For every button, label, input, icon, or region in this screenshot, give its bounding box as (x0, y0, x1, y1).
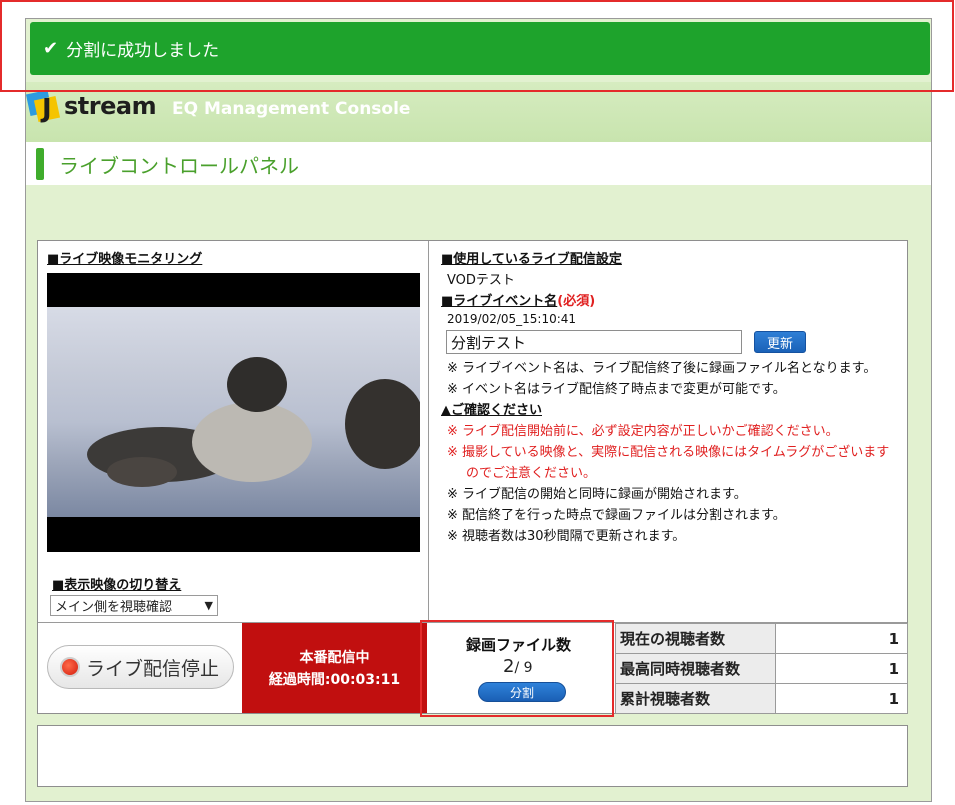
logo-mark-icon: J (25, 88, 62, 124)
note-2: ※ イベント名はライブ配信終了時点まで変更が可能です。 (447, 382, 786, 397)
table-row: 現在の視聴者数 1 (615, 623, 908, 654)
stat-value: 1 (775, 623, 908, 654)
stat-label: 最高同時視聴者数 (615, 653, 776, 684)
settings-value: VODテスト (447, 273, 515, 288)
table-row: 累計視聴者数 1 (615, 683, 908, 714)
logo-text: stream (64, 92, 157, 120)
switch-heading: ■表示映像の切り替え (52, 578, 182, 593)
highlight-outline-banner (0, 0, 954, 92)
app-title: EQ Management Console (172, 99, 411, 119)
info-3: ※ 視聴者数は30秒間隔で更新されます。 (447, 529, 686, 544)
record-dot-icon (60, 657, 80, 677)
view-switch-select[interactable]: メイン側を視聴確認 ▼ (50, 595, 218, 616)
live-video-monitor[interactable] (47, 273, 420, 552)
viewer-stats-table: 現在の視聴者数 1 最高同時視聴者数 1 累計視聴者数 1 (615, 623, 908, 714)
settings-heading: ■使用しているライブ配信設定 (441, 252, 622, 267)
note-1: ※ ライブイベント名は、ライブ配信終了後に録画ファイル名となります。 (447, 361, 877, 376)
info-2: ※ 配信終了を行った時点で録画ファイルは分割されます。 (447, 508, 786, 523)
video-frame (47, 307, 420, 517)
stop-live-button[interactable]: ライブ配信停止 (47, 645, 234, 689)
event-heading: ■ライブイベント名 (441, 294, 558, 309)
title-accent (36, 148, 44, 180)
stat-value: 1 (775, 683, 908, 714)
monitor-heading: ■ライブ映像モニタリング (47, 252, 203, 267)
live-status-box: 本番配信中 経過時間:00:03:11 (242, 623, 427, 713)
event-name-input[interactable] (446, 330, 742, 354)
jstream-logo: J stream (25, 86, 157, 126)
warning-2b: のでご注意ください。 (466, 466, 597, 481)
bottom-panel (37, 725, 908, 787)
update-button[interactable]: 更新 (754, 331, 806, 353)
warning-2a: ※ 撮影している映像と、実際に配信される映像にはタイムラグがございます (447, 445, 890, 460)
info-1: ※ ライブ配信の開始と同時に録画が開始されます。 (447, 487, 747, 502)
page-title: ライブコントロールパネル (59, 154, 299, 178)
column-divider (428, 241, 429, 623)
live-status-label: 本番配信中 (299, 650, 370, 666)
stat-label: 現在の視聴者数 (615, 623, 776, 654)
highlight-outline-recording (420, 620, 614, 717)
page-title-bar: ライブコントロールパネル (26, 142, 931, 185)
elapsed-time: 経過時間:00:03:11 (268, 672, 401, 688)
event-heading-row: ■ライブイベント名(必須) (441, 290, 595, 309)
table-row: 最高同時視聴者数 1 (615, 653, 908, 684)
view-switch-value: メイン側を視聴確認 (55, 600, 173, 615)
warning-1: ※ ライブ配信開始前に、必ず設定内容が正しいかご確認ください。 (447, 424, 839, 439)
required-mark: (必須) (557, 294, 596, 309)
stat-value: 1 (775, 653, 908, 684)
stop-live-label: ライブ配信停止 (86, 657, 220, 680)
event-timestamp: 2019/02/05_15:10:41 (447, 312, 577, 326)
confirm-heading: ▲ご確認ください (441, 403, 542, 418)
chevron-down-icon: ▼ (204, 599, 213, 612)
stat-label: 累計視聴者数 (615, 683, 776, 714)
